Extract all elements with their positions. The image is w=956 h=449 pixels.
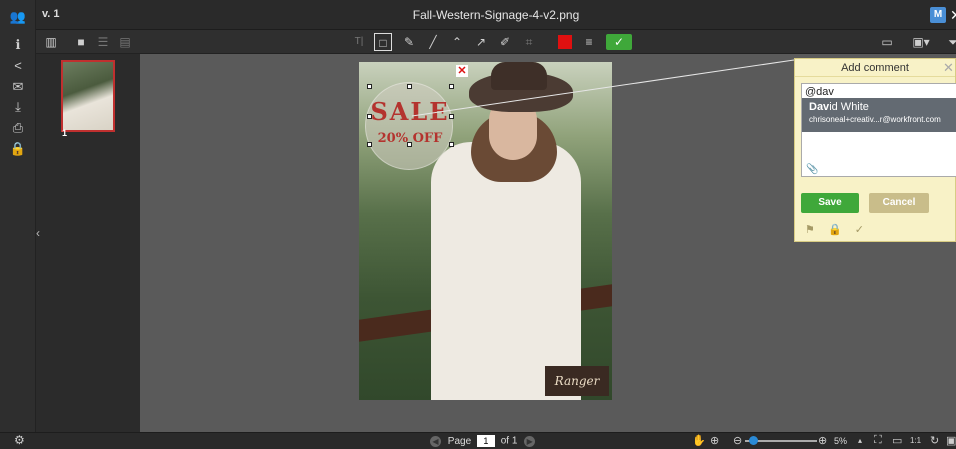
resize-handle[interactable] [367, 84, 372, 89]
prev-page-icon[interactable]: ◀ [430, 435, 441, 447]
annotation-toolbar: ▥ ■ ☰ ▤ T| □ ✎ ╱ ⌃ ↗ ✐ ⌗ ≡ ✓ ▭ ▣▾ ⏷ [36, 30, 956, 54]
share-icon[interactable]: < [9, 57, 27, 75]
resize-handle[interactable] [449, 142, 454, 147]
sale-badge[interactable]: SALE 20% OFF [365, 82, 453, 170]
zoom-out-icon[interactable]: ⊖ [733, 434, 742, 447]
confirm-check-icon[interactable]: ✓ [606, 34, 632, 50]
fit-width-icon[interactable]: ▭ [892, 434, 902, 447]
zoom-in-icon[interactable]: ⊕ [818, 434, 827, 447]
list-view-icon[interactable]: ☰ [94, 33, 112, 51]
resize-handle[interactable] [407, 84, 412, 89]
page-label: Page [447, 435, 472, 447]
thumbnail-panel: 1 ‹ [36, 54, 140, 432]
resize-handle[interactable] [407, 142, 412, 147]
collapse-panel-icon[interactable]: ‹ [36, 226, 40, 240]
monitor-icon[interactable]: ▭ [878, 33, 896, 51]
rectangle-tool-icon[interactable]: □ [374, 33, 392, 51]
page-navigator: ◀ Page 1 of 1 ▶ [430, 435, 536, 447]
close-icon[interactable]: ✕ [950, 7, 956, 24]
fullscreen-icon[interactable]: ▣ [946, 434, 956, 447]
text-tool-icon[interactable]: T| [350, 33, 368, 51]
send-icon[interactable]: ✉ [9, 78, 27, 96]
line-weight-icon[interactable]: ≡ [580, 33, 598, 51]
save-button[interactable]: Save [801, 193, 859, 213]
print-icon[interactable]: ⎙ [9, 119, 27, 137]
resolve-check-icon[interactable]: ✓ [855, 224, 864, 236]
bottom-bar: ⚙ ◀ Page 1 of 1 ▶ ✋ ⊕ ⊖ ⊕ 5% ▴ ⛶ ▭ 1:1 ↻… [0, 432, 956, 449]
actual-size-icon[interactable]: 1:1 [910, 436, 921, 445]
proof-viewer: 👥 ℹ < ✉ ⤓ ⎙ 🔒 v. 1 Fall-Western-Signage-… [0, 0, 956, 449]
resize-handle[interactable] [367, 114, 372, 119]
zoom-slider[interactable] [745, 436, 817, 445]
crop-tool-icon[interactable]: ⌗ [520, 33, 538, 51]
ranger-logo: Ranger [545, 366, 609, 396]
suggestion-email: chrisoneal+creativ...r@workfront.com [809, 115, 941, 124]
gear-icon[interactable]: ⚙ [14, 433, 25, 447]
pan-hand-icon[interactable]: ✋ [692, 434, 706, 447]
zoom-magnifier-icon[interactable]: ⊕ [710, 434, 719, 447]
left-rail: 👥 ℹ < ✉ ⤓ ⎙ 🔒 [0, 0, 36, 449]
thumbnail-page-number: 1 [62, 128, 68, 138]
mention-suggestion[interactable]: David White chrisoneal+creativ...r@workf… [802, 98, 956, 132]
thumbnail-view-icon[interactable]: ▥ [42, 33, 60, 51]
file-name: Fall-Western-Signage-4-v2.png [412, 8, 580, 22]
page-of-label: of 1 [500, 435, 518, 447]
comment-popup-title: Add comment [795, 59, 955, 77]
info-icon[interactable]: ℹ [9, 36, 27, 54]
download-icon[interactable]: ⤓ [9, 98, 27, 116]
model-hat-crown [491, 62, 547, 90]
users-icon[interactable]: 👥 [9, 8, 27, 26]
color-picker-swatch[interactable] [558, 35, 572, 49]
delete-annotation-icon[interactable]: ✕ [456, 65, 468, 77]
fit-page-icon[interactable]: ⛶ [874, 434, 882, 447]
private-lock-icon[interactable]: 🔒 [828, 224, 842, 236]
highlighter-tool-icon[interactable]: ✐ [496, 33, 514, 51]
attach-icon[interactable]: 📎 [806, 164, 818, 175]
line-tool-icon[interactable]: ╱ [424, 33, 442, 51]
resize-handle[interactable] [449, 84, 454, 89]
lock-icon[interactable]: 🔒 [9, 140, 27, 158]
zoom-menu-icon[interactable]: ▴ [858, 436, 862, 445]
resize-handle[interactable] [449, 114, 454, 119]
view-options-icon[interactable]: ▣▾ [910, 33, 932, 51]
flag-icon[interactable]: ⚑ [805, 224, 815, 236]
zoom-level: 5% [834, 436, 848, 446]
close-icon[interactable]: ✕ [943, 60, 953, 76]
title-bar: v. 1 Fall-Western-Signage-4-v2.png M ✕ [36, 0, 956, 30]
next-page-icon[interactable]: ▶ [524, 435, 536, 447]
page-number-input[interactable]: 1 [476, 435, 495, 447]
comment-options: ⚑ 🔒 ✓ [805, 223, 874, 236]
user-avatar[interactable]: M [930, 7, 946, 23]
polyline-tool-icon[interactable]: ⌃ [448, 33, 466, 51]
proof-image[interactable]: SALE 20% OFF ✕ Ranger [359, 62, 612, 400]
rotate-icon[interactable]: ↻ [930, 434, 939, 447]
filter-icon[interactable]: ⏷ [944, 33, 956, 51]
zoom-slider-knob[interactable] [749, 436, 758, 445]
cancel-button[interactable]: Cancel [869, 193, 929, 213]
pencil-tool-icon[interactable]: ✎ [400, 33, 418, 51]
single-page-icon[interactable]: ■ [72, 33, 90, 51]
sale-text: SALE [370, 97, 450, 126]
arrow-tool-icon[interactable]: ↗ [472, 33, 490, 51]
page-thumbnail[interactable] [61, 60, 115, 132]
comment-input[interactable] [805, 86, 945, 98]
suggestion-name: David White [809, 101, 869, 113]
compare-icon[interactable]: ▤ [116, 33, 134, 51]
resize-handle[interactable] [367, 142, 372, 147]
add-comment-popup: Add comment ✕ David White chrisoneal+cre… [794, 58, 956, 242]
comment-textarea[interactable]: David White chrisoneal+creativ...r@workf… [801, 83, 956, 177]
